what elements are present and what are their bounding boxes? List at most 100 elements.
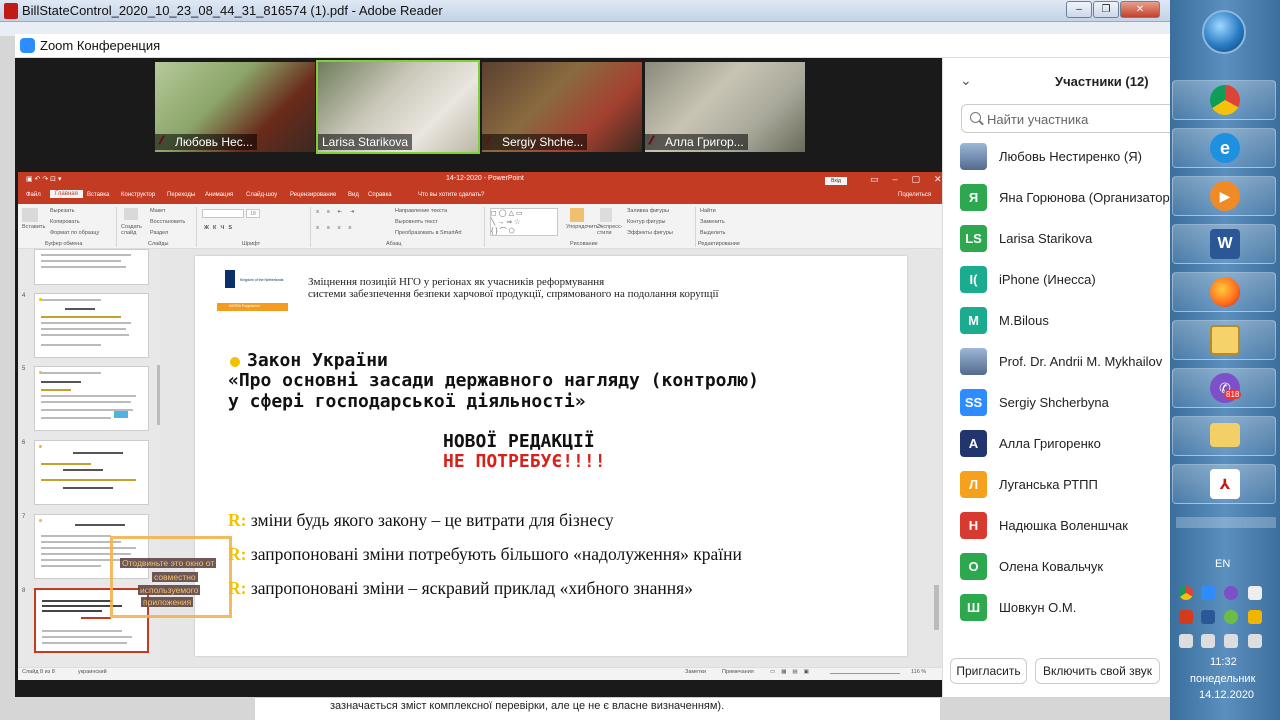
slide-thumbnail[interactable] <box>34 440 149 505</box>
smartart-button[interactable]: Преобразовать в SmartArt <box>395 230 462 236</box>
tell-me-search[interactable]: Что вы хотите сделать? <box>418 192 484 198</box>
tray-network-icon[interactable] <box>1224 634 1238 648</box>
tray-viber-icon[interactable] <box>1224 586 1238 600</box>
shape-outline-button[interactable]: Контур фигуры <box>627 219 665 225</box>
tab-design[interactable]: Конструктор <box>121 192 155 198</box>
align-text-button[interactable]: Выровнять текст <box>395 219 438 225</box>
reset-button[interactable]: Восстановить <box>150 219 185 225</box>
tab-transitions[interactable]: Переходы <box>167 192 195 198</box>
tab-animations[interactable]: Анимация <box>205 192 233 198</box>
video-tile-active-speaker[interactable]: Larisa Starikova <box>316 60 480 154</box>
participant-search-input[interactable] <box>987 110 1167 128</box>
select-button[interactable]: Выделить <box>700 230 725 236</box>
tab-slideshow[interactable]: Слайд-шоу <box>246 192 277 198</box>
media-player-icon: ▶ <box>1210 181 1240 211</box>
font-name-field[interactable] <box>202 209 244 218</box>
ppt-window-controls[interactable]: ▭–▢✕ <box>870 174 956 185</box>
copy-button[interactable]: Копировать <box>50 219 80 225</box>
slide-r-point: R: запропоновані зміни – яскравий прикла… <box>228 578 693 599</box>
video-tile[interactable]: Алла Григор... <box>645 62 805 152</box>
list-buttons[interactable]: ≡ ≡ ⇤ ⇥ <box>316 209 357 215</box>
language-indicator[interactable]: украинский <box>78 669 107 675</box>
shapes-gallery[interactable]: ◻◯△▭ ╲→⇒☆ {}⌒⬠ <box>490 208 558 236</box>
slide-scrollbar[interactable] <box>934 585 939 630</box>
video-tile[interactable]: Sergiy Shche... <box>482 62 642 152</box>
format-painter-button[interactable]: Формат по образцу <box>50 230 99 236</box>
quick-styles-icon[interactable] <box>600 208 612 222</box>
notes-button[interactable]: Заметки <box>685 669 706 675</box>
participant-row[interactable]: M M.Bilous <box>950 301 1170 342</box>
clock-day[interactable]: понедельник <box>1190 673 1255 685</box>
chevron-down-icon[interactable]: ⌄ <box>960 72 972 89</box>
text-direction-button[interactable]: Направление текста <box>395 208 447 214</box>
ppt-signin-button[interactable]: Вхід <box>825 177 847 185</box>
taskbar-scroll[interactable] <box>1176 517 1276 528</box>
invite-button[interactable]: Пригласить <box>950 658 1027 684</box>
tab-review[interactable]: Рецензирование <box>290 192 336 198</box>
minimize-button[interactable]: – <box>1066 1 1092 18</box>
align-buttons[interactable]: ≡ ≡ ≡ ≡ <box>316 225 354 231</box>
tab-file[interactable]: Файл <box>26 192 41 198</box>
unmute-button[interactable]: Включить свой звук <box>1035 658 1160 684</box>
participant-row[interactable]: Н Надюшка Воленшчак <box>950 506 1170 547</box>
zoom-slider[interactable] <box>830 673 900 674</box>
tray-clock-icon[interactable] <box>1248 610 1262 624</box>
start-button[interactable] <box>1202 10 1246 54</box>
tray-shield-icon[interactable] <box>1201 610 1215 624</box>
paste-button[interactable]: Вставить <box>22 224 45 230</box>
close-button[interactable]: ✕ <box>1120 1 1160 18</box>
clock-date[interactable]: 14.12.2020 <box>1199 689 1254 701</box>
new-slide-icon[interactable] <box>124 208 138 220</box>
shape-fill-button[interactable]: Заливка фигуры <box>627 208 669 214</box>
participant-row[interactable]: Ш Шовкун О.М. <box>950 588 1170 629</box>
replace-button[interactable]: Заменить <box>700 219 725 225</box>
slide-thumbnail[interactable] <box>34 249 149 285</box>
maximize-button[interactable]: ❐ <box>1093 1 1119 18</box>
view-buttons[interactable]: ▭▦▤▣ <box>770 669 815 675</box>
ribbon-divider <box>310 207 311 247</box>
participant-row[interactable]: О Олена Ковальчук <box>950 547 1170 588</box>
tray-document-icon[interactable] <box>1179 634 1193 648</box>
tray-chrome-icon[interactable] <box>1179 586 1193 600</box>
paste-icon[interactable] <box>22 208 38 222</box>
font-format-buttons[interactable]: ЖКЧS <box>204 225 236 231</box>
language-indicator[interactable]: EN <box>1215 558 1230 570</box>
new-slide-button[interactable]: Создать слайд <box>121 224 143 236</box>
shape-effects-button[interactable]: Эффекты фигуры <box>627 230 673 236</box>
slide-thumbnail[interactable] <box>34 366 149 431</box>
video-tile[interactable]: Любовь Нес... <box>155 62 315 152</box>
zoom-level[interactable]: 116 % <box>911 669 926 675</box>
share-button[interactable]: Поделиться <box>898 192 931 198</box>
ppt-quick-access-toolbar[interactable]: ▣ ↶ ↷ ⊡ ▾ <box>26 175 62 183</box>
participant-row[interactable]: Л Луганська РТПП <box>950 465 1170 506</box>
tab-insert[interactable]: Вставка <box>87 192 109 198</box>
tray-zoom-icon[interactable] <box>1201 586 1215 600</box>
clock-time[interactable]: 11:32 <box>1210 656 1237 668</box>
quick-styles-button[interactable]: Экспресс-стили <box>597 224 623 236</box>
participant-row[interactable]: SS Sergiy Shcherbyna <box>950 383 1170 424</box>
participant-row[interactable]: А Алла Григоренко <box>950 424 1170 465</box>
arrange-button[interactable]: Упорядочить <box>566 224 599 230</box>
font-size-field[interactable]: 18 <box>246 209 260 218</box>
tab-view[interactable]: Вид <box>348 192 359 198</box>
tray-n-icon[interactable] <box>1179 610 1193 624</box>
comments-button[interactable]: Примечания <box>722 669 754 675</box>
tray-volume-icon[interactable] <box>1248 634 1262 648</box>
participant-row[interactable]: I(iPhone (Инесса) <box>950 260 1170 301</box>
cut-button[interactable]: Вырезать <box>50 208 74 214</box>
tab-home[interactable]: Главная <box>50 190 83 198</box>
participant-row[interactable]: LS Larisa Starikova <box>950 219 1170 260</box>
tray-mail-icon[interactable] <box>1201 634 1215 648</box>
participant-row[interactable]: Prof. Dr. Andrii M. Mykhailov <box>950 342 1170 383</box>
tray-flag-icon[interactable] <box>1248 586 1262 600</box>
layout-button[interactable]: Макет <box>150 208 166 214</box>
slide-thumbnail[interactable] <box>34 293 149 358</box>
arrange-icon[interactable] <box>570 208 584 222</box>
find-button[interactable]: Найти <box>700 208 716 214</box>
tray-check-icon[interactable] <box>1224 610 1238 624</box>
section-button[interactable]: Раздел <box>150 230 168 236</box>
participant-row[interactable]: Я Яна Горюнова (Организатор) <box>950 178 1170 219</box>
participant-row[interactable]: Любовь Нестиренко (Я) <box>950 137 1170 178</box>
participant-avatar: А <box>960 430 987 457</box>
tab-help[interactable]: Справка <box>368 192 392 198</box>
